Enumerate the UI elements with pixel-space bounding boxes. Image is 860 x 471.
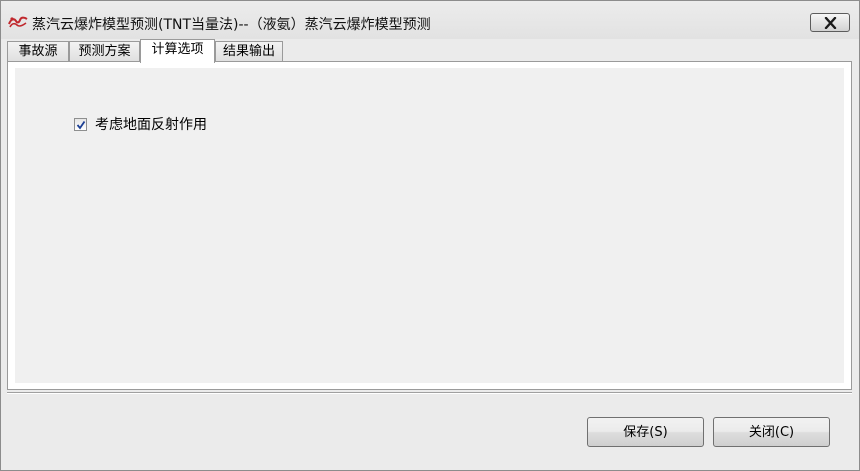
- close-button[interactable]: 关闭(C): [713, 417, 830, 447]
- checkmark-icon: [76, 120, 86, 130]
- tab-prediction-plan[interactable]: 预测方案: [69, 41, 140, 61]
- dialog-window: 蒸汽云爆炸模型预测(TNT当量法)--（液氨）蒸汽云爆炸模型预测 事故源 预测方…: [0, 0, 860, 471]
- window-close-button[interactable]: [810, 13, 850, 32]
- tab-result-output[interactable]: 结果输出: [215, 41, 283, 61]
- window-title: 蒸汽云爆炸模型预测(TNT当量法)--（液氨）蒸汽云爆炸模型预测: [32, 17, 431, 33]
- footer-divider: [7, 392, 852, 394]
- close-icon: [824, 17, 837, 29]
- calculation-options-panel: 考虑地面反射作用: [7, 61, 852, 390]
- tab-strip: 事故源 预测方案 计算选项 结果输出: [7, 39, 857, 63]
- tab-calculation-options[interactable]: 计算选项: [140, 39, 215, 63]
- options-area: 考虑地面反射作用: [15, 68, 844, 383]
- tab-accident-source[interactable]: 事故源: [7, 41, 69, 61]
- title-bar[interactable]: 蒸汽云爆炸模型预测(TNT当量法)--（液氨）蒸汽云爆炸模型预测: [1, 1, 859, 39]
- ground-reflection-label: 考虑地面反射作用: [95, 117, 207, 133]
- save-button[interactable]: 保存(S): [587, 417, 704, 447]
- ground-reflection-checkbox[interactable]: [74, 118, 87, 131]
- app-logo-icon: [8, 15, 28, 29]
